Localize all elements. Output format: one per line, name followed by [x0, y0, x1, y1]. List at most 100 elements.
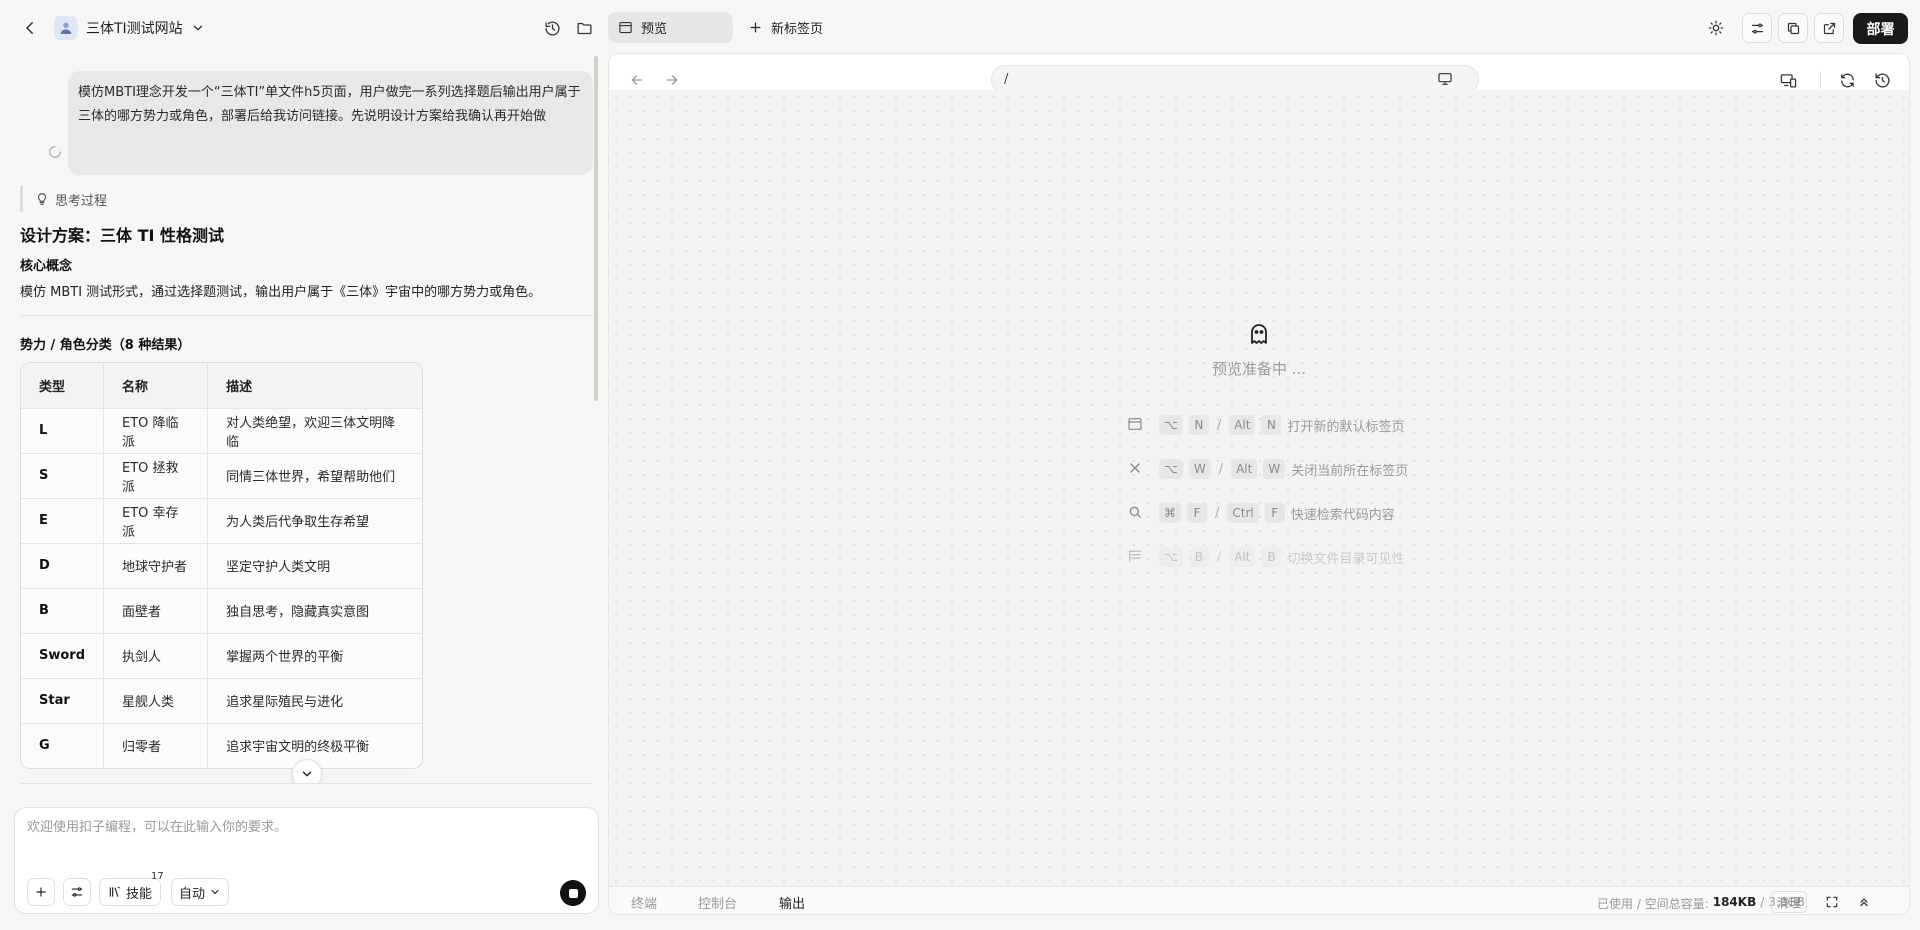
mode-select[interactable]: 自动 — [171, 878, 229, 906]
file-tree-icon — [1127, 548, 1145, 566]
toolbar-separator — [1820, 71, 1821, 89]
arrow-left-icon[interactable] — [627, 70, 647, 90]
table-row: Star 星舰人类 追求星际殖民与进化 — [21, 678, 422, 724]
table-row: G 归零者 追求宇宙文明的终极平衡 — [21, 723, 422, 768]
preview-panel: / 预览准备中 ... ⌥ N / Alt N 打开新的默认标签页 ⌥ W / … — [608, 53, 1910, 915]
preview-canvas: 预览准备中 ... ⌥ N / Alt N 打开新的默认标签页 ⌥ W / Al… — [609, 90, 1909, 886]
thinking-toggle[interactable]: 思考过程 — [20, 186, 107, 212]
shortcut-desc: 关闭当前所在标签页 — [1291, 463, 1409, 479]
project-switcher[interactable]: 三体TI测试网站 — [54, 15, 205, 41]
table-cell: L — [21, 408, 105, 454]
shortcut-key: Alt — [1231, 459, 1258, 479]
shortcut-key: N — [1261, 415, 1282, 435]
copy-icon[interactable] — [1778, 13, 1808, 43]
stop-button[interactable] — [560, 880, 586, 906]
tab-preview-label: 预览 — [641, 22, 668, 37]
folder-icon[interactable] — [572, 16, 596, 40]
responsive-devices-icon[interactable] — [1777, 69, 1799, 91]
shortcut-key: Alt — [1229, 415, 1256, 435]
table-cell: 归零者 — [103, 723, 209, 768]
table-cell: E — [21, 498, 105, 544]
preview-bottom-bar: 终端 控制台 输出 已使用 / 空间总容量: 184KB / 3.0GB 清理 — [609, 886, 1909, 914]
shortcut-key: B — [1188, 547, 1209, 567]
search-icon — [1127, 504, 1145, 522]
table-cell: 执剑人 — [103, 633, 209, 679]
skills-count-badge: 17 — [151, 871, 164, 882]
shortcut-separator: / — [1218, 461, 1224, 477]
tab-preview[interactable]: 预览 — [608, 12, 733, 43]
thinking-label: 思考过程 — [55, 193, 108, 209]
url-text: / — [1004, 72, 1009, 87]
scroll-down-button[interactable] — [292, 759, 322, 784]
table-cell: 星舰人类 — [103, 678, 209, 724]
deploy-button[interactable]: 部署 — [1853, 13, 1908, 44]
chat-panel[interactable]: 模仿MBTI理念开发一个“三体TI”单文件h5页面，用户做完一系列选择题后输出用… — [0, 56, 598, 784]
project-name: 三体TI测试网站 — [86, 21, 183, 37]
shortcut-separator: / — [1216, 549, 1222, 565]
chat-scrollbar[interactable] — [594, 56, 598, 401]
external-link-icon[interactable] — [1814, 13, 1844, 43]
close-icon — [1127, 460, 1145, 478]
shortcut-list: ⌥ N / Alt N 打开新的默认标签页 ⌥ W / Alt W 关闭当前所在… — [1127, 403, 1408, 579]
mode-label: 自动 — [178, 886, 205, 902]
shortcut-row: ⌘ F / Ctrl F 快速检索代码内容 — [1127, 491, 1408, 535]
table-cell: 地球守护者 — [103, 543, 209, 589]
table-cell: 面壁者 — [103, 588, 209, 634]
ghost-icon — [1247, 322, 1271, 346]
skills-button[interactable]: 技能 — [99, 878, 161, 906]
table-cell: 追求星际殖民与进化 — [207, 678, 422, 724]
plus-icon — [34, 885, 48, 899]
hard-reload-icon[interactable] — [1871, 69, 1893, 91]
add-attachment-button[interactable] — [27, 878, 55, 906]
table-cell: Sword — [21, 633, 105, 679]
shortcut-desc: 切换文件目录可见性 — [1287, 551, 1405, 567]
table-cell: 同情三体世界，希望帮助他们 — [207, 453, 422, 499]
tab-output[interactable]: 输出 — [779, 893, 805, 912]
tab-console[interactable]: 控制台 — [698, 893, 737, 912]
sun-icon[interactable] — [1704, 16, 1728, 40]
shortcut-separator: / — [1215, 505, 1220, 521]
back-arrow-icon[interactable] — [18, 16, 42, 40]
books-icon — [108, 885, 122, 899]
core-concept-heading: 核心概念 — [20, 259, 73, 274]
fullscreen-icon[interactable] — [1823, 893, 1841, 911]
faction-heading: 势力 / 角色分类（8 种结果） — [20, 338, 191, 353]
shortcut-key: F — [1264, 503, 1285, 523]
table-row: Sword 执剑人 掌握两个世界的平衡 — [21, 633, 422, 679]
settings-button[interactable] — [63, 878, 91, 906]
divider — [20, 315, 593, 316]
shortcut-key: N — [1188, 415, 1209, 435]
tab-terminal[interactable]: 终端 — [631, 893, 657, 912]
table-header: 描述 — [207, 363, 422, 409]
table-row: S ETO 拯救派 同情三体世界，希望帮助他们 — [21, 453, 422, 499]
monitor-icon[interactable] — [1435, 69, 1455, 89]
table-row: E ETO 幸存派 为人类后代争取生存希望 — [21, 498, 422, 544]
history-icon[interactable] — [540, 16, 564, 40]
shortcut-key: F — [1187, 503, 1207, 523]
refresh-icon[interactable] — [1836, 69, 1858, 91]
shortcut-key: ⌥ — [1159, 415, 1183, 435]
table-cell: S — [21, 453, 105, 499]
chevrons-up-icon[interactable] — [1855, 893, 1873, 911]
new-tab-label: 新标签页 — [771, 22, 824, 37]
shortcut-key: ⌥ — [1159, 547, 1183, 567]
lightbulb-icon — [35, 192, 49, 206]
user-message: 模仿MBTI理念开发一个“三体TI”单文件h5页面，用户做完一系列选择题后输出用… — [68, 71, 593, 175]
table-cell: ETO 幸存派 — [103, 498, 209, 544]
clear-button[interactable]: 清理 — [1771, 891, 1807, 913]
table-cell: ETO 拯救派 — [103, 453, 209, 499]
shortcut-row: ⌥ B / Alt B 切换文件目录可见性 — [1127, 535, 1408, 579]
shortcut-key: B — [1261, 547, 1282, 567]
header-actions — [1742, 13, 1844, 43]
prompt-input[interactable] — [27, 820, 587, 835]
sliders-icon[interactable] — [1742, 13, 1772, 43]
storage-label: 已使用 / 空间总容量: — [1597, 897, 1709, 911]
shortcut-key: W — [1188, 459, 1211, 479]
stop-icon — [568, 888, 578, 898]
shortcut-row: ⌥ N / Alt N 打开新的默认标签页 — [1127, 403, 1408, 447]
shortcut-key: ⌘ — [1159, 503, 1181, 523]
new-tab-button[interactable]: 新标签页 — [748, 12, 823, 43]
table-cell: D — [21, 543, 105, 589]
core-concept-text: 模仿 MBTI 测试形式，通过选择题测试，输出用户属于《三体》宇宙中的哪方势力或… — [20, 285, 542, 300]
arrow-right-icon[interactable] — [662, 70, 682, 90]
